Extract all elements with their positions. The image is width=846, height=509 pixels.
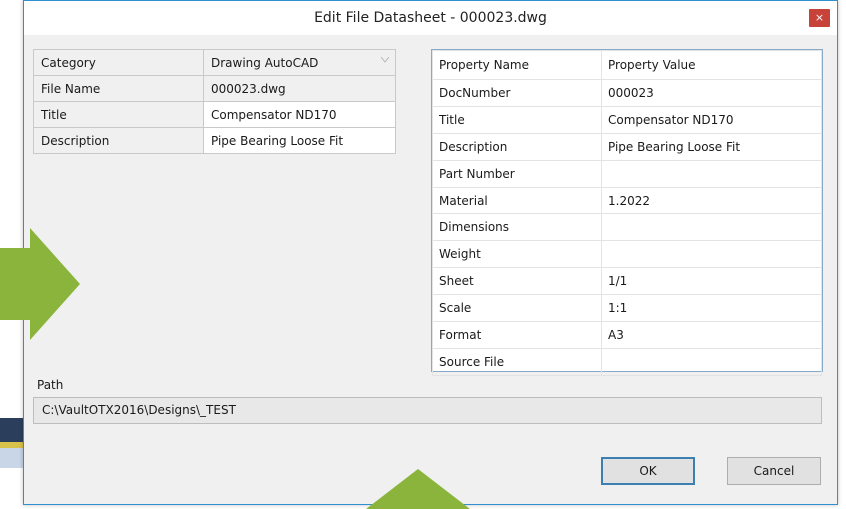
grid-key: Title [33, 101, 204, 128]
grid-key: Category [33, 49, 204, 76]
property-name: Source File [432, 347, 602, 376]
property-value[interactable] [601, 159, 822, 188]
category-value: Drawing AutoCAD [211, 55, 319, 70]
column-header-property-name[interactable]: Property Name [432, 50, 602, 80]
table-row[interactable]: DocNumber 000023 [432, 79, 822, 107]
property-name: Format [432, 321, 602, 349]
table-row[interactable]: Sheet 1/1 [432, 267, 822, 296]
table-row[interactable]: Scale 1:1 [432, 294, 822, 323]
property-panel: Property Name Property Value DocNumber 00… [431, 49, 823, 376]
table-row[interactable]: Title Compensator ND170 [432, 105, 822, 134]
background-window-fragment [0, 448, 24, 468]
grid-key: Description [33, 127, 204, 154]
table-row[interactable]: Material 1.2022 [432, 186, 822, 215]
property-name: Part Number [432, 159, 602, 188]
file-info-grid: Category Drawing AutoCAD File Name 00002… [33, 49, 396, 154]
property-value[interactable]: Compensator ND170 [601, 105, 822, 134]
arrow-right-icon [0, 228, 80, 340]
property-name: Scale [432, 294, 602, 323]
grid-key: File Name [33, 75, 204, 102]
description-field[interactable]: Pipe Bearing Loose Fit [203, 127, 396, 154]
grid-row-title: Title Compensator ND170 [33, 101, 396, 128]
property-value[interactable]: Pipe Bearing Loose Fit [601, 132, 822, 161]
property-value[interactable]: 1/1 [601, 267, 822, 296]
table-row[interactable]: Dimensions [432, 213, 822, 242]
property-grid: Property Name Property Value DocNumber 00… [432, 50, 822, 376]
grid-row-category: Category Drawing AutoCAD [33, 49, 396, 76]
property-name: DocNumber [432, 79, 602, 107]
property-name: Weight [432, 240, 602, 269]
close-icon: × [814, 11, 825, 24]
property-name: Dimensions [432, 213, 602, 242]
category-select[interactable]: Drawing AutoCAD [203, 49, 396, 76]
table-row[interactable]: Part Number [432, 159, 822, 188]
title-field[interactable]: Compensator ND170 [203, 101, 396, 128]
grid-row-file-name: File Name 000023.dwg [33, 75, 396, 102]
property-value[interactable] [601, 240, 822, 269]
property-value[interactable] [601, 347, 822, 376]
chevron-down-icon [380, 56, 390, 66]
column-header-property-value[interactable]: Property Value [601, 50, 822, 80]
file-name-value: 000023.dwg [203, 75, 396, 102]
arrow-up-icon [366, 469, 470, 509]
property-name: Sheet [432, 267, 602, 296]
property-value[interactable] [601, 213, 822, 242]
property-name: Material [432, 186, 602, 215]
path-field: C:\VaultOTX2016\Designs\_TEST [33, 397, 822, 424]
property-grid-header: Property Name Property Value [432, 50, 822, 80]
close-button[interactable]: × [809, 9, 830, 27]
property-value[interactable]: A3 [601, 321, 822, 349]
background-window-fragment [0, 418, 24, 442]
table-row[interactable]: Source File [432, 347, 822, 376]
table-row[interactable]: Weight [432, 240, 822, 269]
property-value[interactable]: 000023 [601, 79, 822, 107]
title-bar[interactable]: Edit File Datasheet - 000023.dwg × [24, 1, 837, 35]
table-row[interactable]: Description Pipe Bearing Loose Fit [432, 132, 822, 161]
edit-file-datasheet-dialog: Edit File Datasheet - 000023.dwg × Categ… [23, 0, 838, 505]
property-name: Title [432, 105, 602, 134]
path-label: Path [37, 378, 64, 392]
property-name: Description [432, 132, 602, 161]
table-row[interactable]: Format A3 [432, 321, 822, 349]
grid-row-description: Description Pipe Bearing Loose Fit [33, 127, 396, 154]
window-title: Edit File Datasheet - 000023.dwg [314, 10, 547, 26]
ok-button[interactable]: OK [601, 457, 695, 485]
cancel-button[interactable]: Cancel [727, 457, 821, 485]
property-value[interactable]: 1.2022 [601, 186, 822, 215]
property-value[interactable]: 1:1 [601, 294, 822, 323]
